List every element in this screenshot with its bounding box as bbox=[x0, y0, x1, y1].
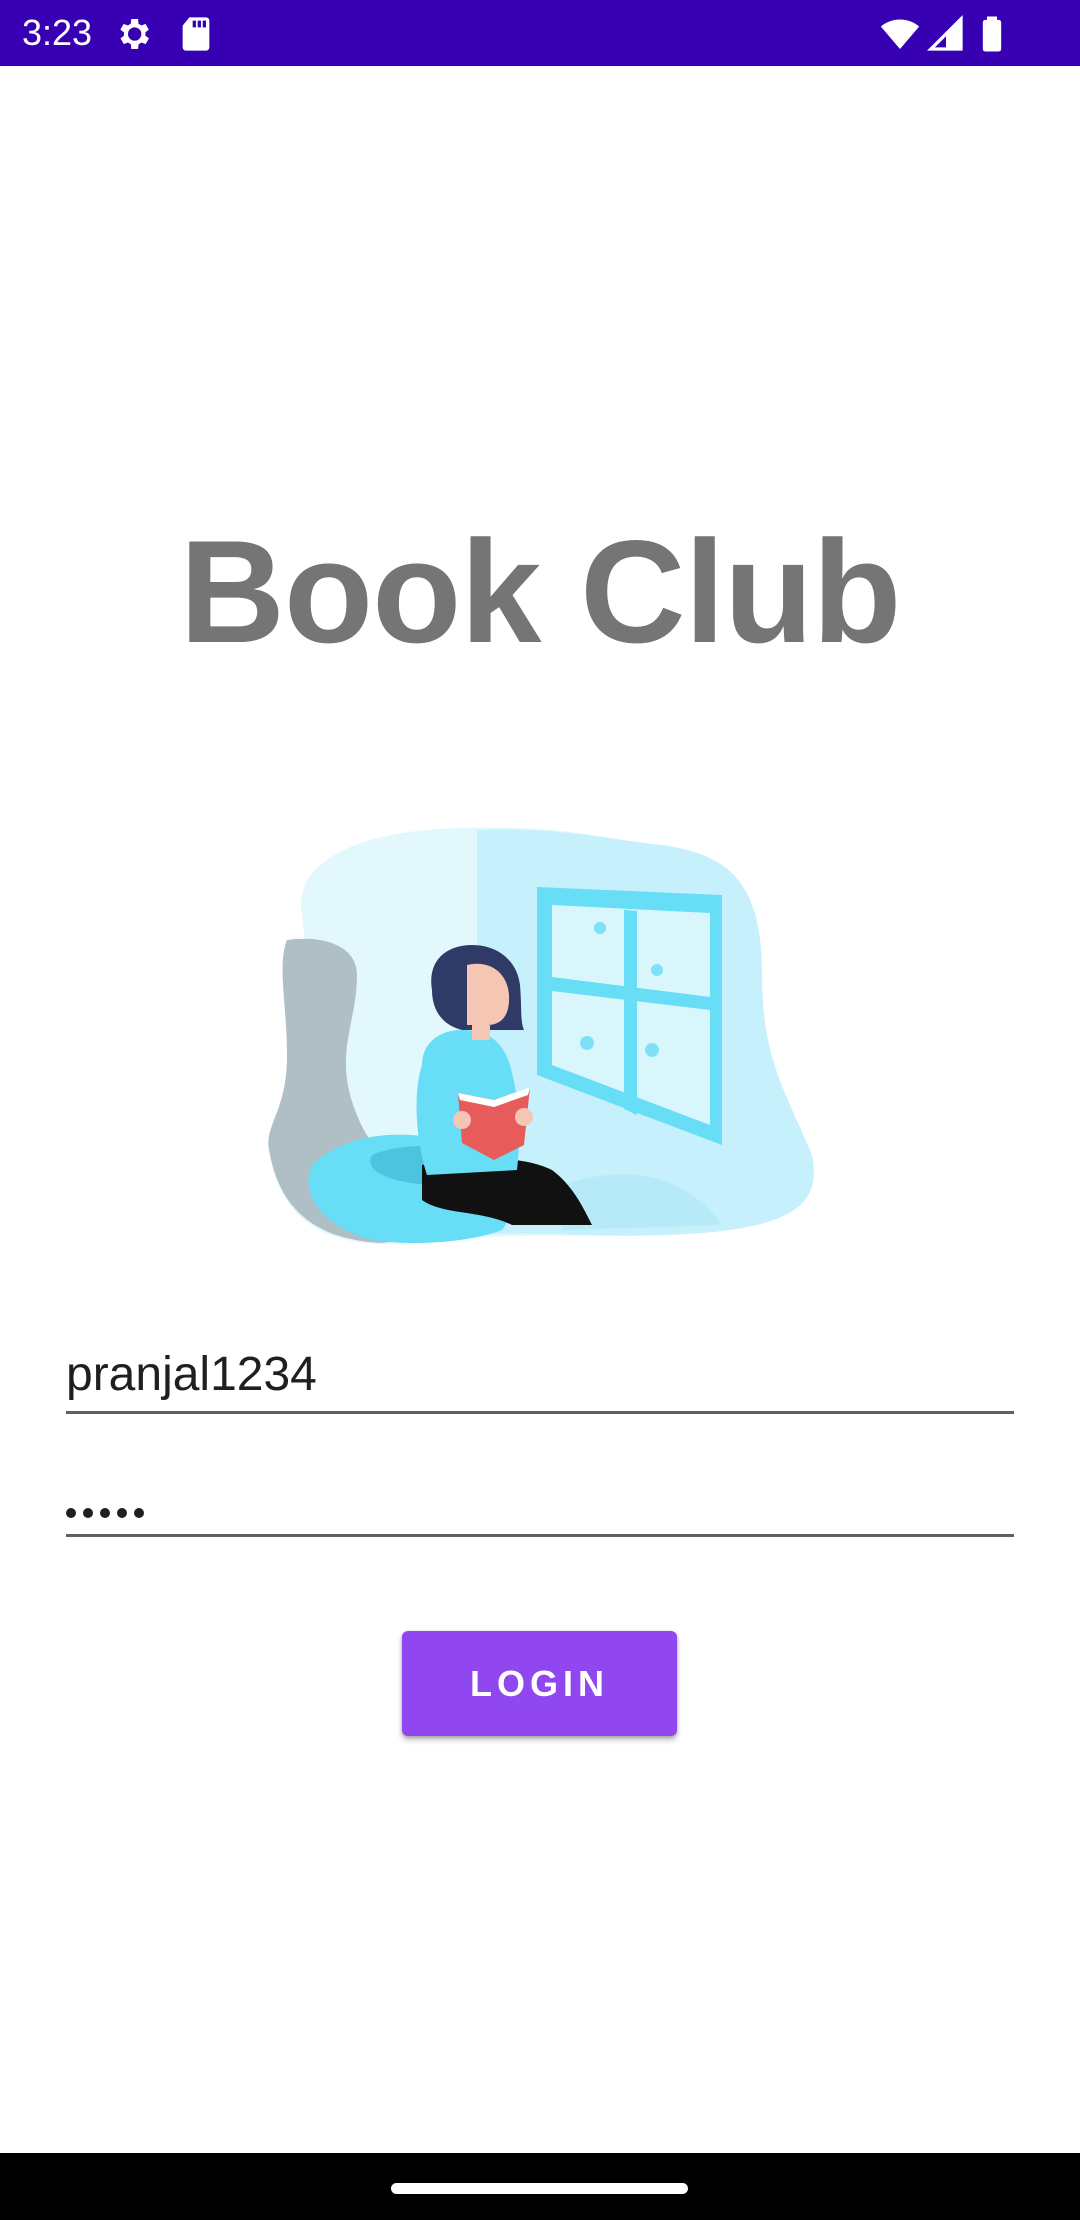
signal-icon bbox=[926, 14, 966, 54]
settings-icon bbox=[113, 14, 153, 54]
battery-icon bbox=[972, 14, 1012, 54]
username-value: pranjal1234 bbox=[66, 1348, 317, 1401]
username-input[interactable]: pranjal1234 bbox=[66, 1338, 1014, 1414]
password-dot bbox=[83, 1508, 93, 1518]
password-dot bbox=[100, 1508, 110, 1518]
reading-illustration bbox=[262, 825, 818, 1245]
password-dot bbox=[117, 1508, 127, 1518]
password-dot bbox=[134, 1508, 144, 1518]
home-gesture-handle[interactable] bbox=[391, 2183, 688, 2194]
status-time: 3:23 bbox=[22, 12, 93, 53]
password-input[interactable] bbox=[66, 1461, 1014, 1537]
app-title: Book Club bbox=[179, 510, 902, 673]
login-button[interactable]: LOGIN bbox=[402, 1631, 677, 1736]
navigation-bar bbox=[0, 2153, 1080, 2220]
status-bar: 3:23 bbox=[0, 0, 1080, 66]
login-screen: 3:23 Book Club pranjal1234 LOGIN bbox=[0, 0, 1080, 2220]
password-mask bbox=[66, 1508, 144, 1518]
password-dot bbox=[66, 1508, 76, 1518]
sd-card-icon bbox=[176, 14, 216, 54]
wifi-icon bbox=[880, 14, 920, 54]
